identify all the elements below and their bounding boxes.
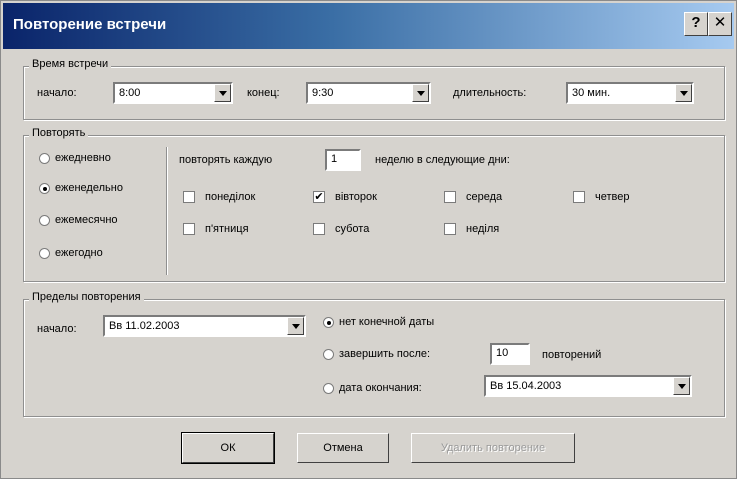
- radio-no-end-date[interactable]: нет конечной даты: [323, 316, 434, 328]
- radio-dot-selected[interactable]: [39, 182, 50, 194]
- checkbox-box[interactable]: [313, 223, 325, 235]
- recurrence-dialog: Повторение встречи ? ✕ Время встречи нач…: [0, 0, 737, 479]
- meeting-time-legend: Время встречи: [29, 58, 112, 70]
- end-time-combo[interactable]: 9:30: [306, 82, 431, 104]
- checkbox-box[interactable]: [444, 223, 456, 235]
- range-start-value: Вв 11.02.2003: [109, 320, 180, 332]
- radio-dot[interactable]: [39, 247, 50, 259]
- range-start-combo[interactable]: Вв 11.02.2003: [103, 315, 306, 337]
- checkbox-box[interactable]: [183, 223, 195, 235]
- checkbox-monday[interactable]: понеділок: [183, 191, 255, 203]
- radio-end-by-label: дата окончания:: [339, 382, 422, 394]
- repeat-every-input[interactable]: 1: [325, 149, 361, 171]
- pattern-divider: [166, 147, 168, 275]
- start-time-combo[interactable]: 8:00: [113, 82, 233, 104]
- weeks-suffix-label: неделю в следующие дни:: [375, 154, 510, 166]
- radio-weekly-label: еженедельно: [55, 182, 123, 194]
- chevron-down-icon[interactable]: [675, 84, 692, 102]
- radio-monthly[interactable]: ежемесячно: [39, 214, 118, 226]
- radio-yearly-label: ежегодно: [55, 247, 103, 259]
- check-icon[interactable]: ✔: [313, 191, 325, 203]
- radio-daily-label: ежедневно: [55, 152, 111, 164]
- checkbox-wednesday[interactable]: середа: [444, 191, 502, 203]
- radio-no-end-date-label: нет конечной даты: [339, 316, 435, 328]
- remove-recurrence-button[interactable]: Удалить повторение: [411, 433, 575, 463]
- repeat-every-label: повторять каждую: [179, 154, 273, 166]
- radio-end-by[interactable]: дата окончания:: [323, 382, 422, 394]
- radio-weekly[interactable]: еженедельно: [39, 182, 123, 194]
- duration-combo[interactable]: 30 мин.: [566, 82, 694, 104]
- checkbox-thursday[interactable]: четвер: [573, 191, 629, 203]
- checkbox-tuesday-label: вівторок: [335, 191, 377, 203]
- ok-button[interactable]: ОК: [181, 432, 275, 464]
- help-button[interactable]: ?: [684, 12, 708, 36]
- chevron-down-icon[interactable]: [287, 317, 304, 335]
- title-bar[interactable]: Повторение встречи ? ✕: [3, 3, 734, 49]
- chevron-down-icon[interactable]: [214, 84, 231, 102]
- radio-dot[interactable]: [323, 348, 334, 360]
- checkbox-box[interactable]: [573, 191, 585, 203]
- radio-daily[interactable]: ежедневно: [39, 152, 111, 164]
- end-time-label: конец:: [247, 87, 280, 99]
- checkbox-friday[interactable]: п'ятниця: [183, 223, 249, 235]
- checkbox-box[interactable]: [444, 191, 456, 203]
- checkbox-box[interactable]: [183, 191, 195, 203]
- radio-dot[interactable]: [323, 382, 334, 394]
- occurrences-label: повторений: [542, 349, 602, 361]
- radio-monthly-label: ежемесячно: [55, 214, 118, 226]
- range-start-label: начало:: [37, 323, 77, 335]
- checkbox-thursday-label: четвер: [595, 191, 630, 203]
- chevron-down-icon[interactable]: [412, 84, 429, 102]
- checkbox-monday-label: понеділок: [205, 191, 256, 203]
- radio-dot-selected[interactable]: [323, 316, 334, 328]
- window-title: Повторение встречи: [13, 16, 167, 33]
- radio-end-after[interactable]: завершить после:: [323, 348, 430, 360]
- checkbox-saturday[interactable]: субота: [313, 223, 369, 235]
- radio-dot[interactable]: [39, 152, 50, 164]
- checkbox-sunday[interactable]: неділя: [444, 223, 499, 235]
- chevron-down-icon[interactable]: [673, 377, 690, 395]
- end-by-date-value: Вв 15.04.2003: [490, 380, 562, 392]
- recurrence-range-legend: Пределы повторения: [29, 291, 144, 303]
- recurrence-pattern-legend: Повторять: [29, 127, 89, 139]
- close-button[interactable]: ✕: [708, 12, 732, 36]
- radio-dot[interactable]: [39, 214, 50, 226]
- start-time-label: начало:: [37, 87, 77, 99]
- checkbox-sunday-label: неділя: [466, 223, 500, 235]
- radio-yearly[interactable]: ежегодно: [39, 247, 103, 259]
- duration-value: 30 мин.: [572, 87, 611, 99]
- occurrences-input[interactable]: 10: [490, 343, 530, 365]
- start-time-value: 8:00: [119, 87, 141, 99]
- checkbox-friday-label: п'ятниця: [205, 223, 249, 235]
- checkbox-saturday-label: субота: [335, 223, 370, 235]
- checkbox-wednesday-label: середа: [466, 191, 503, 203]
- checkbox-tuesday[interactable]: ✔ вівторок: [313, 191, 377, 203]
- cancel-button[interactable]: Отмена: [297, 433, 389, 463]
- end-by-date-combo[interactable]: Вв 15.04.2003: [484, 375, 692, 397]
- end-time-value: 9:30: [312, 87, 334, 99]
- radio-end-after-label: завершить после:: [339, 348, 431, 360]
- duration-label: длительность:: [453, 87, 527, 99]
- recurrence-pattern-group: [23, 135, 725, 282]
